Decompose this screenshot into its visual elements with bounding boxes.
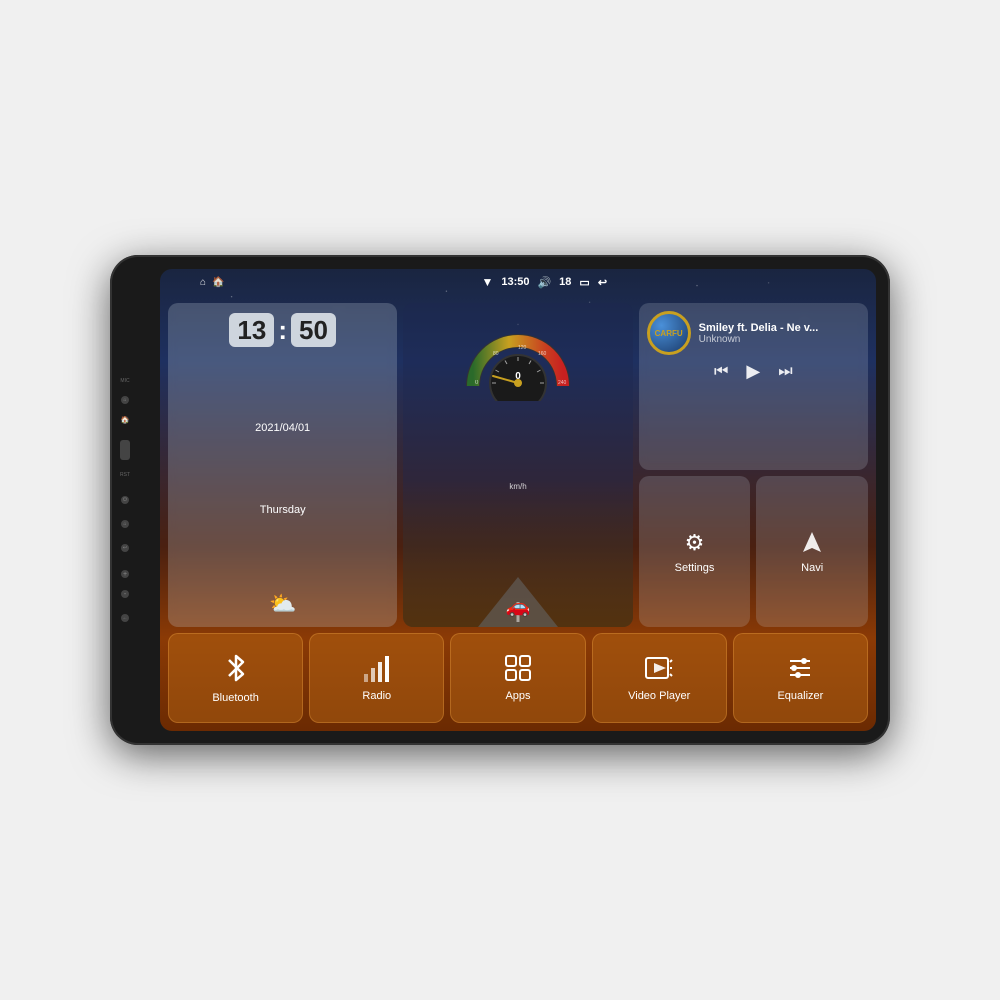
wifi-icon: ▼ xyxy=(481,275,493,289)
home-status-icon: ⌂ xyxy=(200,277,206,288)
bluetooth-icon xyxy=(223,652,249,684)
music-info: Smiley ft. Delia - Ne v... Unknown xyxy=(699,322,860,345)
equalizer-button[interactable]: Equalizer xyxy=(733,633,868,723)
apps-icon xyxy=(504,654,532,682)
music-controls: ⏮ ▶ ⏭ xyxy=(647,361,860,382)
car-stereo-unit: MIC ⌂ 🏠 RST ⏻ ⌂ ↩ + - ← ⌂ 🏠 ▼ 13:50 🔊 18… xyxy=(110,255,890,745)
clock-colon: : xyxy=(278,317,287,343)
navi-button[interactable]: Navi xyxy=(756,476,868,627)
mic-label: MIC xyxy=(120,378,129,384)
music-logo: CARFU xyxy=(647,311,691,355)
vol-down-button[interactable]: - xyxy=(121,590,129,598)
music-widget[interactable]: CARFU Smiley ft. Delia - Ne v... Unknown… xyxy=(639,303,868,470)
back-button[interactable]: ↩ xyxy=(121,544,129,552)
equalizer-icon xyxy=(786,654,814,682)
car-icon: 🚗 xyxy=(506,594,531,619)
bottom-bar: Bluetooth Radio xyxy=(168,633,868,723)
home-button-2[interactable]: 🏠 xyxy=(121,416,129,424)
home-button[interactable]: ⌂ xyxy=(121,396,129,404)
music-artist: Unknown xyxy=(699,334,860,345)
settings-label: Settings xyxy=(675,562,715,574)
home-button-3[interactable]: ⌂ xyxy=(121,520,129,528)
status-bar: ⌂ 🏠 ▼ 13:50 🔊 18 ▭ ↩ xyxy=(160,269,876,295)
svg-text:0: 0 xyxy=(515,371,521,382)
house-icon: 🏠 xyxy=(212,277,224,288)
navi-label: Navi xyxy=(801,562,823,574)
bluetooth-label: Bluetooth xyxy=(212,692,258,704)
clock-widget: 13 : 50 2021/04/01 Thursday ⛅ xyxy=(168,303,397,627)
clock-minutes: 50 xyxy=(291,313,336,347)
gauge-svg: 0 0 80 120 160 240 xyxy=(463,311,573,401)
clock-hours: 13 xyxy=(229,313,274,347)
apps-button[interactable]: Apps xyxy=(450,633,585,723)
status-left: ⌂ 🏠 xyxy=(200,277,225,288)
gauge-container: 0 0 80 120 160 240 xyxy=(463,311,573,391)
radio-label: Radio xyxy=(362,690,391,702)
clock-date: 2021/04/01 xyxy=(255,422,310,434)
radio-button[interactable]: Radio xyxy=(309,633,444,723)
logo-text: CARFU xyxy=(655,329,683,338)
status-center: ▼ 13:50 🔊 18 ▭ ↩ xyxy=(481,275,607,289)
power-button[interactable]: ⏻ xyxy=(121,496,129,504)
rst-button[interactable] xyxy=(120,440,130,460)
vol-up-button[interactable]: + xyxy=(121,570,129,578)
back-icon: ↩ xyxy=(598,276,607,289)
volume-icon: 🔊 xyxy=(537,276,551,289)
settings-button[interactable]: ⚙ Settings xyxy=(639,476,751,627)
music-top: CARFU Smiley ft. Delia - Ne v... Unknown xyxy=(647,311,860,355)
back-button-2[interactable]: ← xyxy=(121,614,129,622)
navi-icon xyxy=(799,530,825,556)
main-content: 13 : 50 2021/04/01 Thursday ⛅ xyxy=(160,295,876,731)
clock-time-display: 13 : 50 xyxy=(229,313,336,347)
clock-day: Thursday xyxy=(260,504,306,516)
bluetooth-button[interactable]: Bluetooth xyxy=(168,633,303,723)
video-player-label: Video Player xyxy=(628,690,690,702)
video-player-button[interactable]: Video Player xyxy=(592,633,727,723)
speedometer-widget: 0 0 80 120 160 240 km/h xyxy=(403,303,632,627)
radio-icon xyxy=(362,654,392,682)
screen: ⌂ 🏠 ▼ 13:50 🔊 18 ▭ ↩ 13 : xyxy=(160,269,876,731)
road-scene: 🚗 xyxy=(403,481,632,627)
video-icon xyxy=(644,654,674,682)
volume-level: 18 xyxy=(559,276,571,288)
window-icon: ▭ xyxy=(579,276,589,289)
equalizer-label: Equalizer xyxy=(777,690,823,702)
svg-text:240: 240 xyxy=(558,380,567,386)
weather-icon: ⛅ xyxy=(269,591,296,617)
status-time: 13:50 xyxy=(501,276,529,288)
svg-text:120: 120 xyxy=(518,345,527,351)
play-button[interactable]: ▶ xyxy=(746,361,760,382)
svg-text:80: 80 xyxy=(493,351,499,357)
prev-button[interactable]: ⏮ xyxy=(714,363,728,381)
music-title: Smiley ft. Delia - Ne v... xyxy=(699,322,860,334)
next-button[interactable]: ⏭ xyxy=(778,363,792,381)
side-buttons: MIC ⌂ 🏠 RST ⏻ ⌂ ↩ + - ← xyxy=(120,378,130,622)
apps-label: Apps xyxy=(505,690,530,702)
settings-icon: ⚙ xyxy=(685,530,705,556)
svg-text:160: 160 xyxy=(538,351,547,357)
rst-label: RST xyxy=(120,472,130,478)
